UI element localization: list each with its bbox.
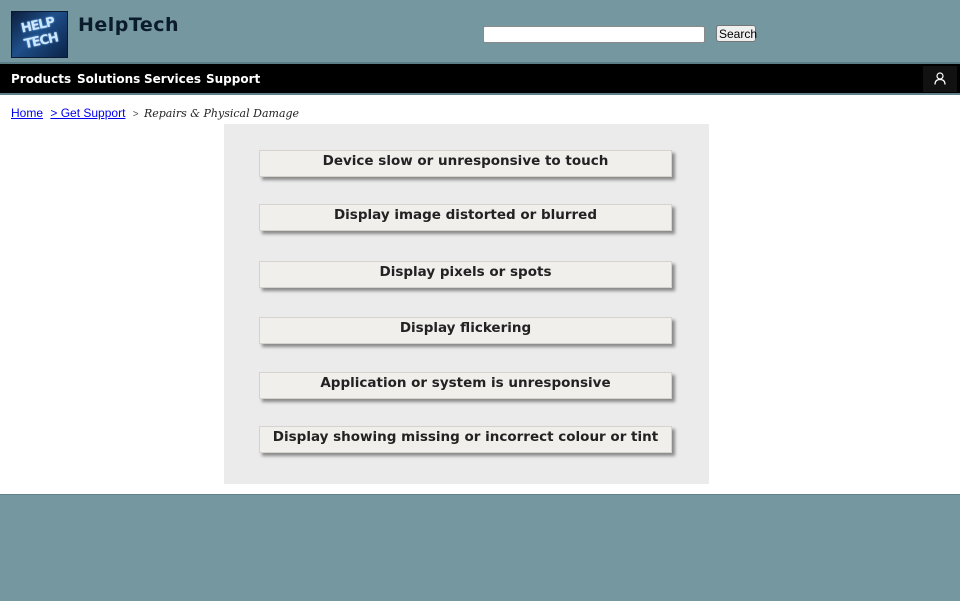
page-footer — [0, 494, 960, 601]
main-content: Home > Get Support > Repairs & Physical … — [0, 95, 960, 494]
search-input[interactable] — [483, 26, 705, 43]
breadcrumb: Home > Get Support > Repairs & Physical … — [11, 106, 299, 120]
site-header: HELP TECH HelpTech Search — [0, 0, 960, 62]
nav-item-products[interactable]: Products — [11, 72, 71, 86]
account-button[interactable] — [923, 66, 957, 92]
search-button[interactable]: Search — [716, 25, 757, 42]
nav-item-solutions[interactable]: Solutions — [77, 72, 140, 86]
nav-item-services[interactable]: Services — [144, 72, 201, 86]
issue-display-flickering[interactable]: Display flickering — [259, 317, 672, 344]
user-icon — [934, 72, 946, 85]
breadcrumb-home-link[interactable]: Home — [11, 106, 43, 120]
helptech-logo[interactable]: HELP TECH — [11, 11, 68, 58]
breadcrumb-separator: > — [132, 109, 139, 120]
breadcrumb-current: Repairs & Physical Damage — [143, 107, 300, 120]
issue-display-distorted[interactable]: Display image distorted or blurred — [259, 204, 672, 231]
issue-display-pixels[interactable]: Display pixels or spots — [259, 261, 672, 288]
issue-app-unresponsive[interactable]: Application or system is unresponsive — [259, 372, 672, 399]
issue-display-colour[interactable]: Display showing missing or incorrect col… — [259, 426, 672, 453]
main-nav: Products Solutions Services Support — [0, 64, 960, 95]
breadcrumb-get-support-link[interactable]: > Get Support — [50, 106, 125, 120]
issue-device-slow[interactable]: Device slow or unresponsive to touch — [259, 150, 672, 177]
nav-item-support[interactable]: Support — [206, 72, 260, 86]
brand-name[interactable]: HelpTech — [78, 14, 179, 36]
issue-list-panel: Device slow or unresponsive to touch Dis… — [224, 124, 709, 484]
